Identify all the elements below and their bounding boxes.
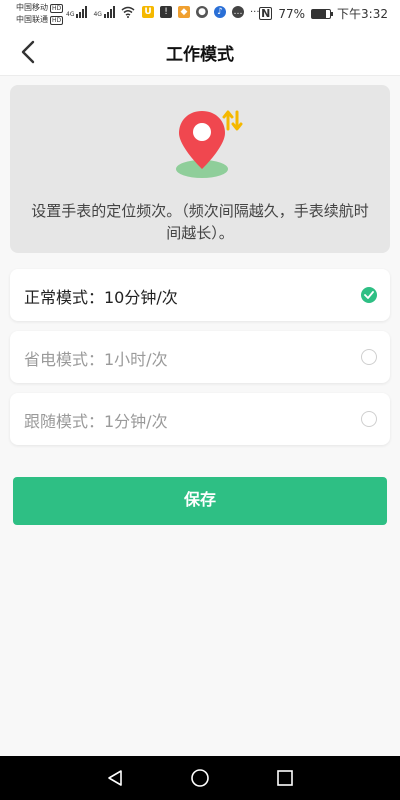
carrier-info: 中国移动 HD 中国联通 HD <box>16 2 64 26</box>
payment-notification-icon: ◆ <box>178 6 190 18</box>
triangle-back-icon <box>108 770 122 786</box>
signal-icon: 4G <box>93 6 115 18</box>
battery-percent: 77% <box>278 6 306 21</box>
info-description: 设置手表的定位频次。（频次间隔越久，手表续航时间越长）。 <box>31 202 369 242</box>
battery-icon <box>311 8 334 19</box>
signal-icon: 4G <box>66 6 88 18</box>
mode-option-power-saving[interactable]: 省电模式：1小时/次 <box>10 331 390 383</box>
refresh-arrows-icon <box>222 110 243 131</box>
circle-home-icon <box>191 769 209 787</box>
notification-icons: U ! ◆ ● ♪ … ··· <box>142 6 260 18</box>
system-nav-bar <box>0 756 400 800</box>
hd-badge: HD <box>50 15 64 25</box>
mode-option-follow[interactable]: 跟随模式：1分钟/次 <box>10 393 390 445</box>
network-type: 4G <box>66 11 75 18</box>
app-notification-icon: U <box>142 6 154 18</box>
wifi-icon <box>121 6 135 18</box>
radio-unchecked-icon[interactable] <box>361 411 377 427</box>
status-bar: 中国移动 HD 中国联通 HD 4G 4G U ! ◆ ● ♪ … ··· N … <box>0 0 400 28</box>
radio-checked-icon[interactable] <box>361 287 377 303</box>
more-icon: ··· <box>250 6 260 18</box>
mode-option-normal[interactable]: 正常模式：10分钟/次 <box>10 269 390 321</box>
message-icon: … <box>232 6 244 18</box>
network-type: 4G <box>93 11 102 18</box>
page-title: 工作模式 <box>166 45 234 65</box>
wechat-icon: ● <box>196 6 208 18</box>
status-right: N 77% 下午3:32 <box>259 5 388 22</box>
nfc-icon: N <box>259 7 273 20</box>
hd-badge: HD <box>50 3 64 13</box>
signal-icons: 4G 4G <box>66 6 135 18</box>
mode-label: 省电模式：1小时/次 <box>24 350 168 369</box>
app-header: 工作模式 <box>0 28 400 76</box>
music-icon: ♪ <box>214 6 226 18</box>
mode-label: 跟随模式：1分钟/次 <box>24 412 168 431</box>
location-pin-icon <box>176 110 243 178</box>
nav-recents-button[interactable] <box>271 764 299 792</box>
radio-unchecked-icon[interactable] <box>361 349 377 365</box>
save-button[interactable]: 保存 <box>13 477 387 525</box>
clock: 下午3:32 <box>337 7 388 21</box>
alert-notification-icon: ! <box>160 6 172 18</box>
nav-back-button[interactable] <box>101 764 129 792</box>
nav-home-button[interactable] <box>186 764 214 792</box>
info-card: 设置手表的定位频次。（频次间隔越久，手表续航时间越长）。 <box>10 85 390 253</box>
square-recents-icon <box>277 770 293 786</box>
carrier-1: 中国移动 <box>16 3 48 12</box>
battery-level <box>312 9 326 18</box>
carrier-2: 中国联通 <box>16 15 48 24</box>
mode-label: 正常模式：10分钟/次 <box>24 288 178 307</box>
check-icon <box>364 291 374 299</box>
